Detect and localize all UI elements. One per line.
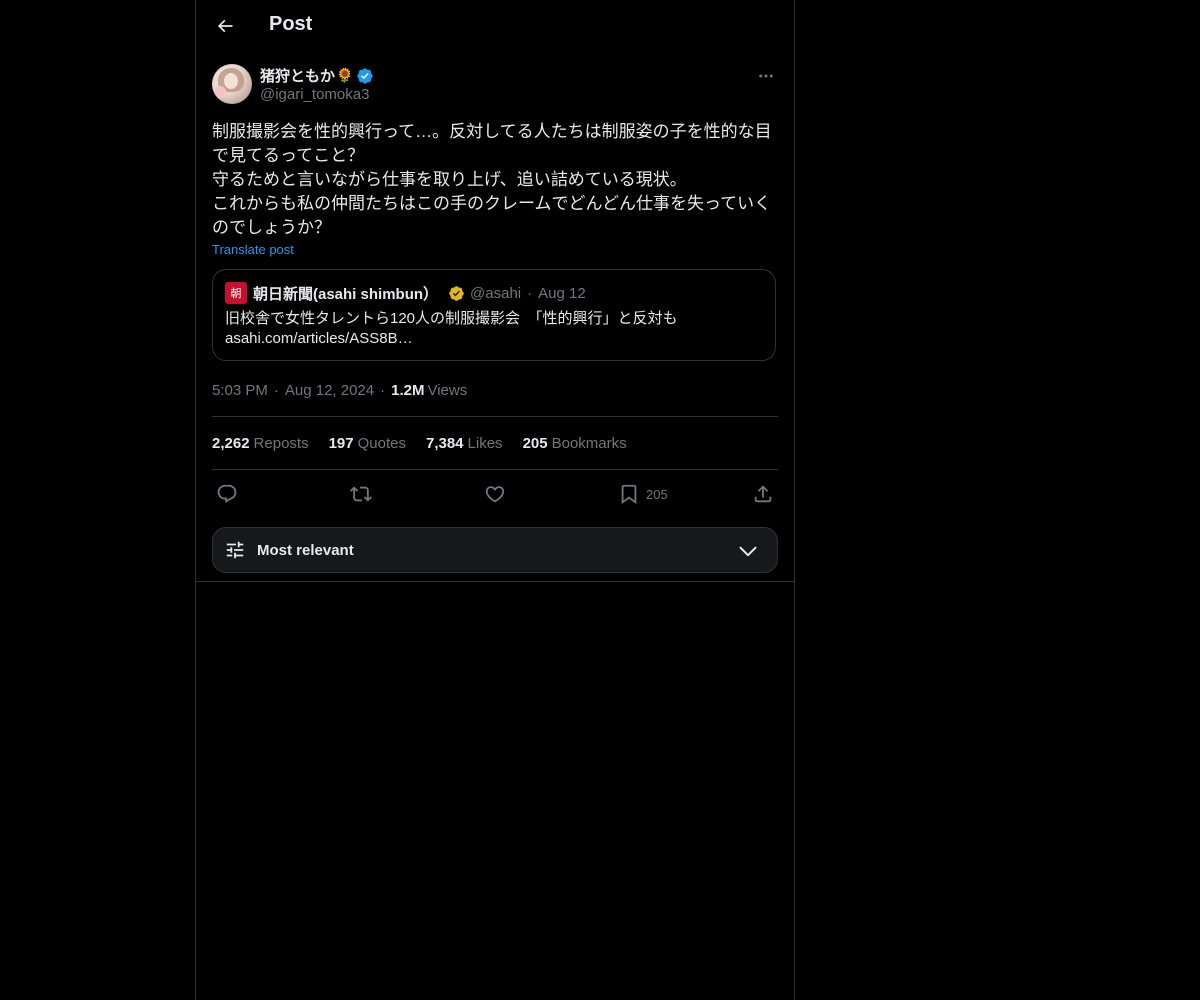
sunflower-emoji: 🌻 <box>336 67 354 83</box>
meta-separator: · <box>380 381 386 399</box>
translate-post-link[interactable]: Translate post <box>212 242 294 257</box>
sort-label: Most relevant <box>257 541 354 559</box>
post-meta: 5:03 PM · Aug 12, 2024 · 1.2M Views <box>212 380 778 400</box>
author-name[interactable]: 猪狩ともか 🌻 <box>260 65 374 86</box>
quote-author-handle: @asahi <box>470 284 522 302</box>
share-button[interactable] <box>752 482 774 506</box>
divider <box>196 581 794 582</box>
repost-button[interactable] <box>350 482 372 506</box>
quotes-label: Quotes <box>357 434 406 452</box>
author-handle[interactable]: @igari_tomoka3 <box>260 86 369 103</box>
back-button[interactable] <box>208 9 242 43</box>
quote-separator: · <box>527 284 533 302</box>
stat-reposts[interactable]: 2,262 Reposts <box>212 435 309 452</box>
author-row: 猪狩ともか 🌻 @igari_tomoka3 <box>212 64 778 106</box>
page-header: Post <box>196 0 794 53</box>
reply-icon <box>217 484 237 503</box>
meta-separator: · <box>273 381 279 399</box>
repost-icon <box>350 486 372 502</box>
stat-bookmarks[interactable]: 205 Bookmarks <box>523 435 627 452</box>
views-label: Views <box>427 381 468 399</box>
reposts-label: Reposts <box>253 434 309 452</box>
sliders-icon <box>226 541 244 559</box>
bookmarks-count: 205 <box>522 434 548 452</box>
like-button[interactable] <box>484 482 506 506</box>
stat-likes[interactable]: 7,384 Likes <box>426 435 503 452</box>
chevron-down-icon <box>739 546 757 557</box>
author-name-text: 猪狩ともか <box>260 68 336 85</box>
reply-button[interactable] <box>216 482 238 506</box>
post: 猪狩ともか 🌻 @igari_tomoka3 制服撮影会を性的興行って…。反対し… <box>212 64 778 518</box>
engagement-stats: 2,262 Reposts 197 Quotes 7,384 Likes 205 Boo… <box>212 417 778 469</box>
reposts-count: 2,262 <box>212 434 250 452</box>
stat-quotes[interactable]: 197 Quotes <box>329 435 406 452</box>
bookmark-button[interactable]: 205 <box>618 482 668 506</box>
quote-date: Aug 12 <box>538 284 586 302</box>
quoted-post[interactable]: 朝 朝日新聞(asahi shimbun） @asahi · Aug 12 旧校… <box>212 269 776 361</box>
bookmark-icon <box>621 484 637 505</box>
avatar[interactable] <box>212 64 252 104</box>
main-column: Post 猪狩ともか 🌻 @igari_tomoka3 制服撮影会を性的興行って… <box>195 0 795 1000</box>
post-text: 制服撮影会を性的興行って…。反対してる人たちは制服姿の子を性的な目で見てるってこ… <box>212 122 772 237</box>
quote-text: 旧校舎で女性タレントら120人の制服撮影会 「性的興行」と反対も asahi.c… <box>225 310 678 347</box>
quote-author-name: 朝日新聞(asahi shimbun） <box>253 285 439 303</box>
gold-verified-icon <box>449 285 464 301</box>
blue-verified-icon <box>357 67 374 84</box>
post-date[interactable]: Aug 12, 2024 <box>285 382 374 399</box>
likes-label: Likes <box>467 434 503 452</box>
post-time[interactable]: 5:03 PM <box>212 382 268 399</box>
asahi-logo: 朝 <box>225 282 247 304</box>
action-bar: 205 <box>212 470 778 518</box>
bookmarks-label: Bookmarks <box>551 434 627 452</box>
page-title: Post <box>269 13 313 35</box>
views-count: 1.2M <box>391 381 425 399</box>
bookmark-count: 205 <box>646 486 668 502</box>
more-button[interactable] <box>754 64 778 88</box>
quote-header: 朝 朝日新聞(asahi shimbun） @asahi · Aug 12 <box>225 282 763 304</box>
sort-replies-dropdown[interactable]: Most relevant <box>212 527 778 573</box>
more-horizontal-icon <box>759 74 773 78</box>
heart-icon <box>485 486 505 503</box>
likes-count: 7,384 <box>425 434 464 452</box>
quotes-count: 197 <box>328 434 354 452</box>
share-icon <box>754 485 772 503</box>
arrow-left-icon <box>217 19 233 33</box>
